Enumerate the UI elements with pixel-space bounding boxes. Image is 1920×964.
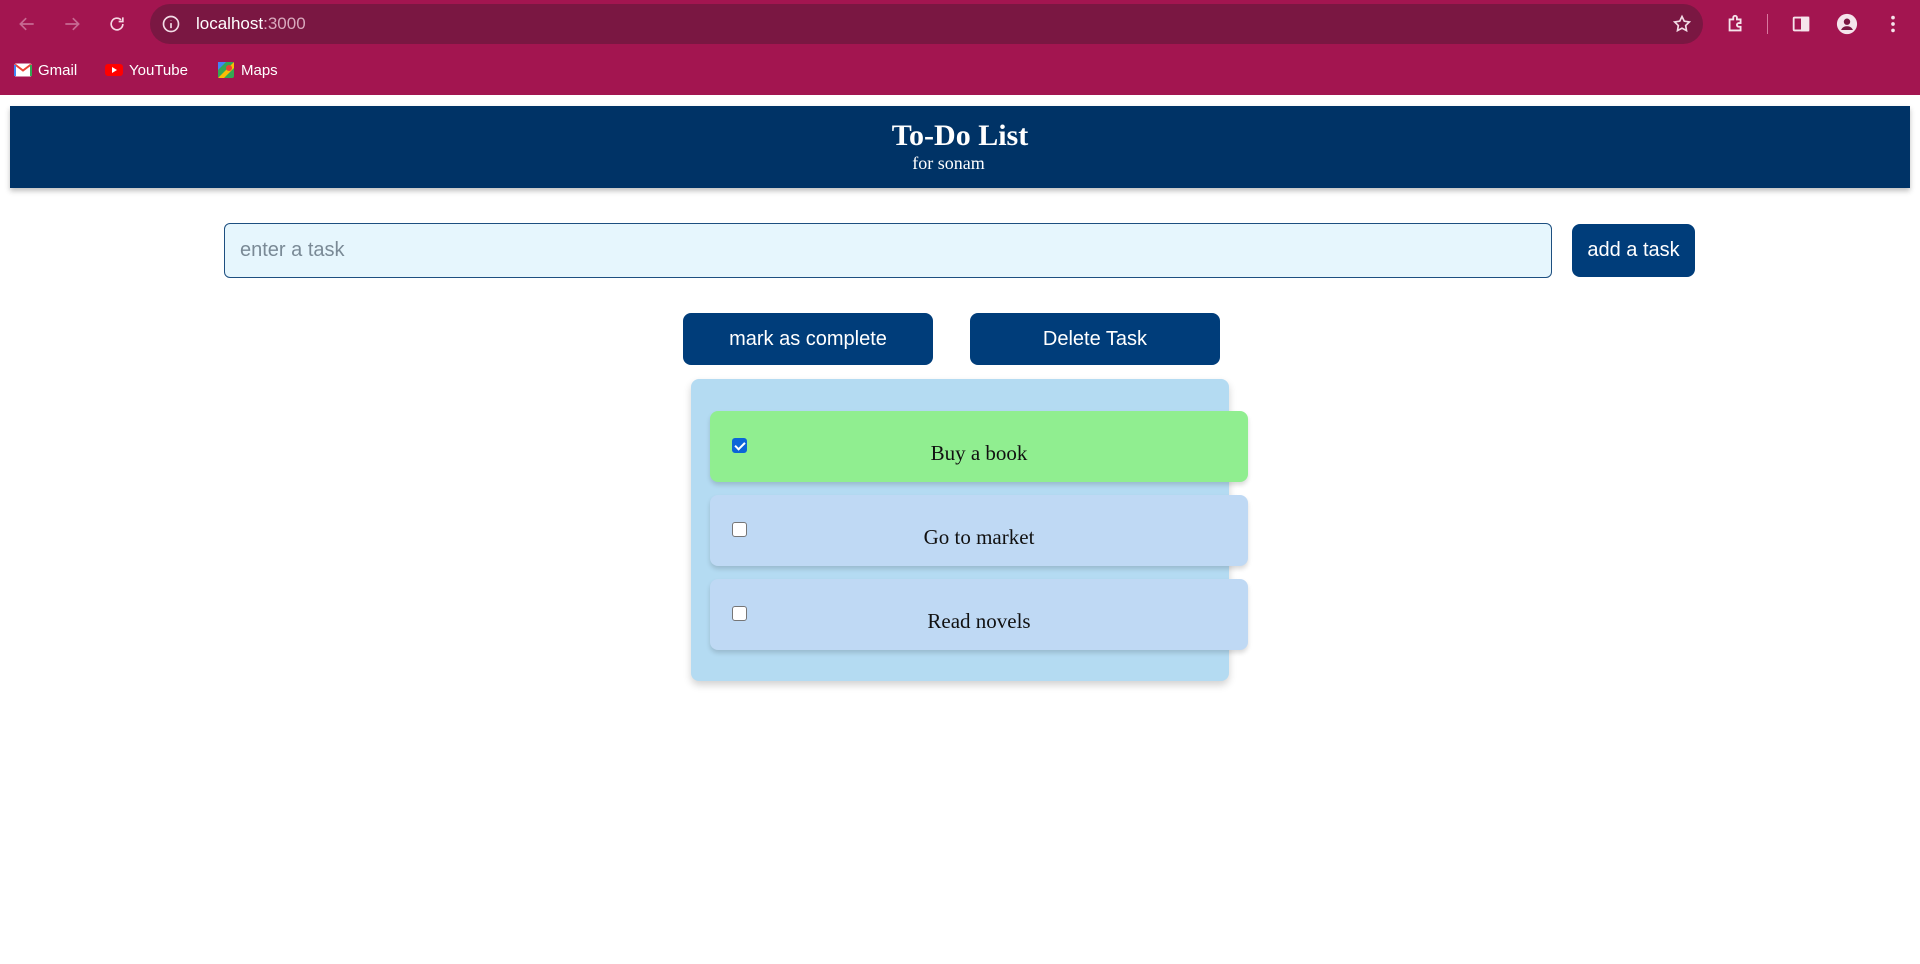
- reload-icon[interactable]: [102, 9, 132, 39]
- delete-task-button[interactable]: Delete Task: [970, 313, 1220, 365]
- forward-icon[interactable]: [57, 9, 87, 39]
- task-item[interactable]: Go to market: [710, 495, 1248, 566]
- bookmark-maps[interactable]: Maps: [217, 58, 278, 82]
- task-list: Buy a book Go to market Read novels: [691, 379, 1248, 681]
- profile-avatar-icon[interactable]: [1833, 10, 1861, 38]
- back-icon[interactable]: [12, 9, 42, 39]
- task-item[interactable]: Buy a book: [710, 411, 1248, 482]
- bookmarks-bar: Gmail YouTube Maps: [0, 56, 1920, 84]
- side-panel-icon[interactable]: [1787, 10, 1815, 38]
- bookmark-label: Maps: [241, 61, 278, 79]
- task-item[interactable]: Read novels: [710, 579, 1248, 650]
- bookmark-star-icon[interactable]: [1671, 13, 1693, 35]
- bookmark-gmail[interactable]: Gmail: [14, 58, 77, 82]
- app-header: To-Do List for sonam: [10, 106, 1910, 188]
- mark-complete-button[interactable]: mark as complete: [683, 313, 933, 365]
- page-subtitle: for sonam: [912, 153, 985, 173]
- url-port: :3000: [263, 14, 306, 33]
- url-host: localhost: [196, 14, 264, 33]
- url-text: localhost:3000: [196, 14, 306, 34]
- site-info-icon[interactable]: [160, 13, 182, 35]
- task-label: Go to market: [923, 525, 1035, 549]
- browser-toolbar: localhost:3000: [0, 0, 1920, 48]
- bookmark-youtube[interactable]: YouTube: [105, 58, 188, 82]
- task-label: Read novels: [927, 609, 1031, 633]
- menu-kebab-icon[interactable]: [1879, 10, 1907, 38]
- gmail-icon: [14, 62, 32, 78]
- browser-chrome: localhost:3000 Gmail YouTube Maps: [0, 0, 1920, 95]
- add-task-button[interactable]: add a task: [1572, 224, 1695, 277]
- bookmark-label: YouTube: [129, 61, 188, 79]
- maps-icon: [217, 62, 235, 78]
- youtube-icon: [105, 62, 123, 78]
- address-bar[interactable]: localhost:3000: [150, 4, 1703, 44]
- toolbar-divider: [1767, 14, 1768, 34]
- task-label: Buy a book: [930, 441, 1028, 465]
- extensions-icon[interactable]: [1722, 10, 1750, 38]
- page-title: To-Do List: [891, 119, 1029, 152]
- bookmark-label: Gmail: [38, 61, 78, 79]
- task-input[interactable]: [224, 223, 1552, 278]
